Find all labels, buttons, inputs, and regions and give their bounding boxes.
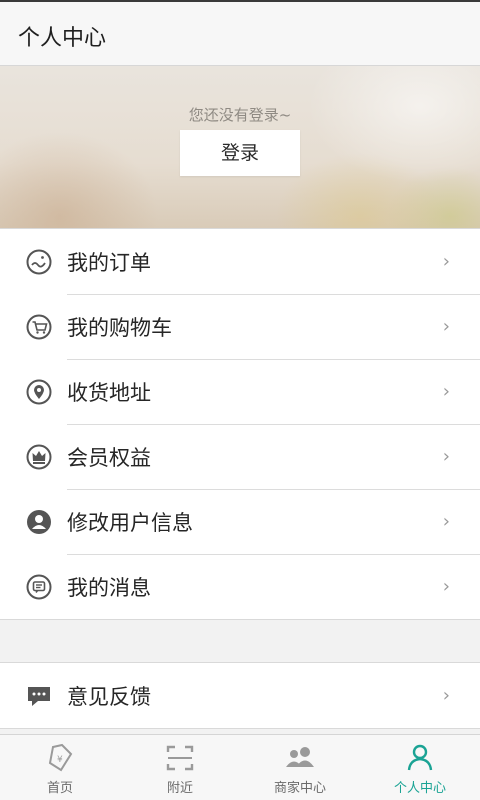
menu-item-label: 会员权益 <box>67 446 151 470</box>
user-profile-icon <box>27 510 51 534</box>
crown-icon <box>26 444 52 470</box>
chevron-right-icon: › <box>442 685 450 706</box>
message-icon <box>26 574 52 600</box>
tab-nearby[interactable]: 附近 <box>120 735 240 800</box>
chevron-right-icon: › <box>442 381 450 402</box>
tab-label: 附近 <box>166 781 193 796</box>
menu-item-label: 我的购物车 <box>67 316 172 340</box>
menu-item-edit-profile[interactable]: 修改用户信息 › <box>0 489 480 554</box>
chevron-right-icon: › <box>442 576 450 597</box>
profile-banner: 您还没有登录~ 登录 <box>0 66 480 228</box>
menu-item-label: 收货地址 <box>67 381 151 405</box>
cart-icon <box>26 314 52 340</box>
menu-item-label: 我的消息 <box>67 576 151 600</box>
menu-item-label: 我的订单 <box>67 251 151 275</box>
scan-frame-icon <box>166 745 194 771</box>
menu-item-address[interactable]: 收货地址 › <box>0 359 480 424</box>
svg-text:¥: ¥ <box>57 755 63 765</box>
secondary-menu-list: 意见反馈 › <box>0 662 480 729</box>
tab-home[interactable]: ¥ 首页 <box>0 735 120 800</box>
page-title: 个人中心 <box>18 26 107 51</box>
tab-label: 商家中心 <box>273 781 326 796</box>
menu-item-membership[interactable]: 会员权益 › <box>0 424 480 489</box>
chevron-right-icon: › <box>442 251 450 272</box>
location-pin-icon <box>26 379 52 405</box>
menu-item-orders[interactable]: 我的订单 › <box>0 229 480 294</box>
chevron-right-icon: › <box>442 316 450 337</box>
tab-personal-center[interactable]: 个人中心 <box>360 735 480 800</box>
login-hint: 您还没有登录~ <box>188 106 292 124</box>
top-bar: 个人中心 <box>0 0 480 66</box>
bottom-tab-bar: ¥ 首页 附近 商家中心 个人中心 <box>0 734 480 800</box>
tab-label: 首页 <box>46 781 73 796</box>
menu-item-cart[interactable]: 我的购物车 › <box>0 294 480 359</box>
menu-item-label: 修改用户信息 <box>67 511 193 535</box>
login-button[interactable]: 登录 <box>180 130 300 176</box>
home-price-tag-icon: ¥ <box>48 743 73 772</box>
merchants-people-icon <box>286 747 314 767</box>
chevron-right-icon: › <box>442 511 450 532</box>
menu-item-messages[interactable]: 我的消息 › <box>0 554 480 619</box>
tab-merchant-center[interactable]: 商家中心 <box>240 735 360 800</box>
feedback-icon <box>28 687 50 706</box>
menu-item-label: 意见反馈 <box>67 685 151 709</box>
chevron-right-icon: › <box>442 446 450 467</box>
tab-label: 个人中心 <box>393 781 446 796</box>
menu-item-feedback[interactable]: 意见反馈 › <box>0 663 480 728</box>
main-menu-list: 我的订单 › 我的购物车 › 收货地址 › 会员权益 › 修改用户信息 › 我的… <box>0 228 480 620</box>
person-icon <box>407 744 433 771</box>
order-icon <box>26 249 52 275</box>
